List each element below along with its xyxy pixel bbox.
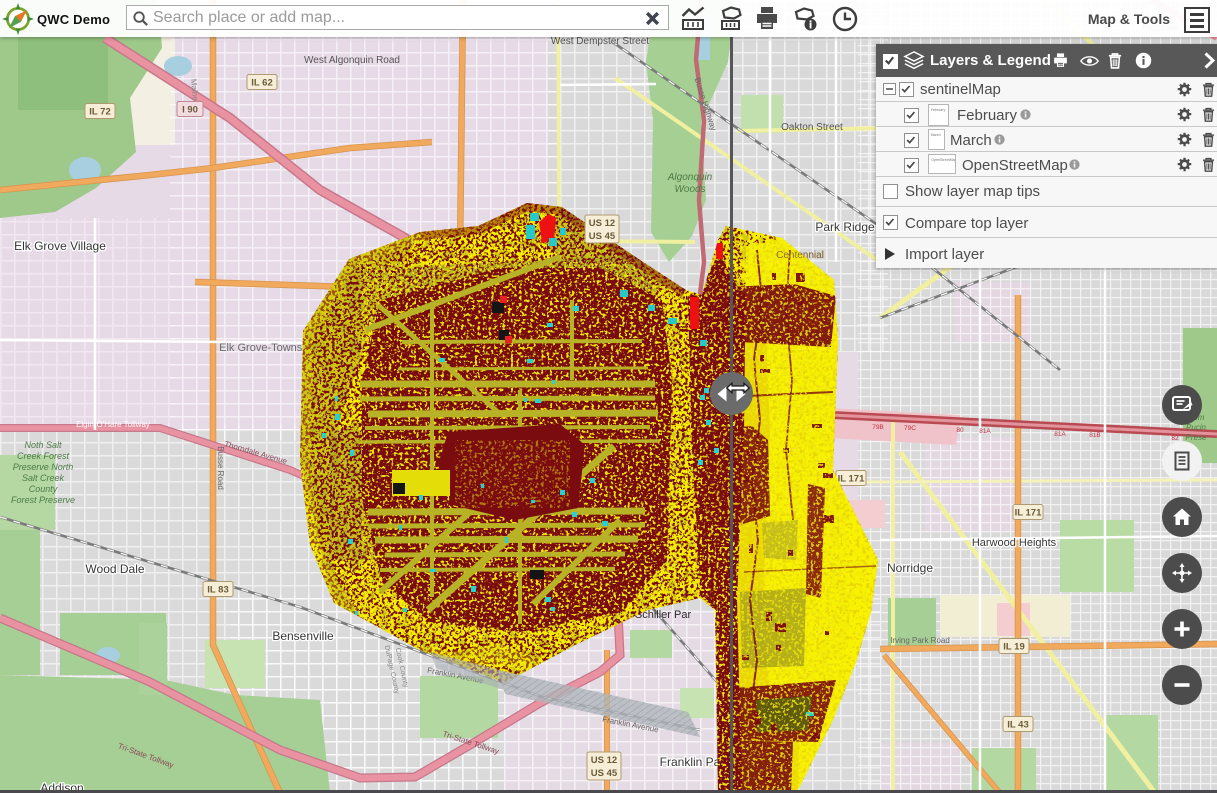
- svg-text:West Algonquin Road: West Algonquin Road: [304, 55, 400, 66]
- svg-text:Norridge: Norridge: [887, 561, 933, 575]
- svg-text:US 12: US 12: [589, 218, 615, 229]
- svg-text:Park Ridge: Park Ridge: [815, 220, 875, 234]
- svg-text:Elk Grove Village: Elk Grove Village: [14, 239, 106, 253]
- svg-text:US 12: US 12: [591, 755, 617, 766]
- svg-text:79B: 79B: [872, 424, 884, 431]
- svg-text:IL 72: IL 72: [89, 107, 110, 118]
- svg-text:81B: 81B: [1089, 432, 1101, 439]
- svg-text:81A: 81A: [1054, 431, 1066, 438]
- svg-text:Irving Park Road: Irving Park Road: [890, 636, 950, 645]
- svg-text:West Dempster Street: West Dempster Street: [551, 36, 649, 47]
- svg-text:US 45: US 45: [591, 768, 618, 779]
- svg-text:Noth Salt: Noth Salt: [24, 440, 62, 450]
- svg-text:IL 171: IL 171: [838, 474, 865, 485]
- svg-text:Prese: Prese: [1186, 433, 1207, 442]
- svg-text:IL 171: IL 171: [1015, 508, 1042, 519]
- svg-text:Wood Dale: Wood Dale: [85, 562, 144, 576]
- svg-text:Oakton Street: Oakton Street: [781, 122, 843, 133]
- svg-text:Elgin-O'Hare Tollway: Elgin-O'Hare Tollway: [76, 420, 150, 429]
- svg-text:Salt Creek: Salt Creek: [22, 473, 65, 483]
- svg-text:Algonquin: Algonquin: [667, 172, 713, 183]
- svg-text:Creek Forest: Creek Forest: [17, 451, 70, 461]
- svg-text:Harwood Heights: Harwood Heights: [972, 537, 1057, 549]
- svg-text:Forest Preserve: Forest Preserve: [11, 495, 75, 505]
- svg-text:Woods: Woods: [674, 184, 705, 195]
- svg-text:Preserve North: Preserve North: [13, 462, 74, 472]
- svg-text:IL 83: IL 83: [207, 585, 228, 596]
- svg-text:IL 19: IL 19: [1003, 642, 1024, 653]
- svg-text:County: County: [29, 484, 58, 494]
- svg-text:80: 80: [956, 427, 964, 434]
- svg-text:81A: 81A: [979, 428, 991, 435]
- svg-text:Busse Road: Busse Road: [216, 446, 225, 490]
- svg-text:Bensenville: Bensenville: [272, 629, 334, 643]
- svg-text:79C: 79C: [904, 425, 916, 432]
- svg-text:Centennial: Centennial: [776, 250, 824, 261]
- svg-text:IL 62: IL 62: [251, 78, 272, 89]
- svg-text:US 45: US 45: [589, 231, 616, 242]
- svg-text:I 90: I 90: [182, 105, 198, 116]
- svg-text:IL 43: IL 43: [1007, 720, 1028, 731]
- svg-text:Elk Grove-Townshi: Elk Grove-Townshi: [219, 342, 311, 354]
- svg-text:Pucin: Pucin: [1186, 423, 1207, 432]
